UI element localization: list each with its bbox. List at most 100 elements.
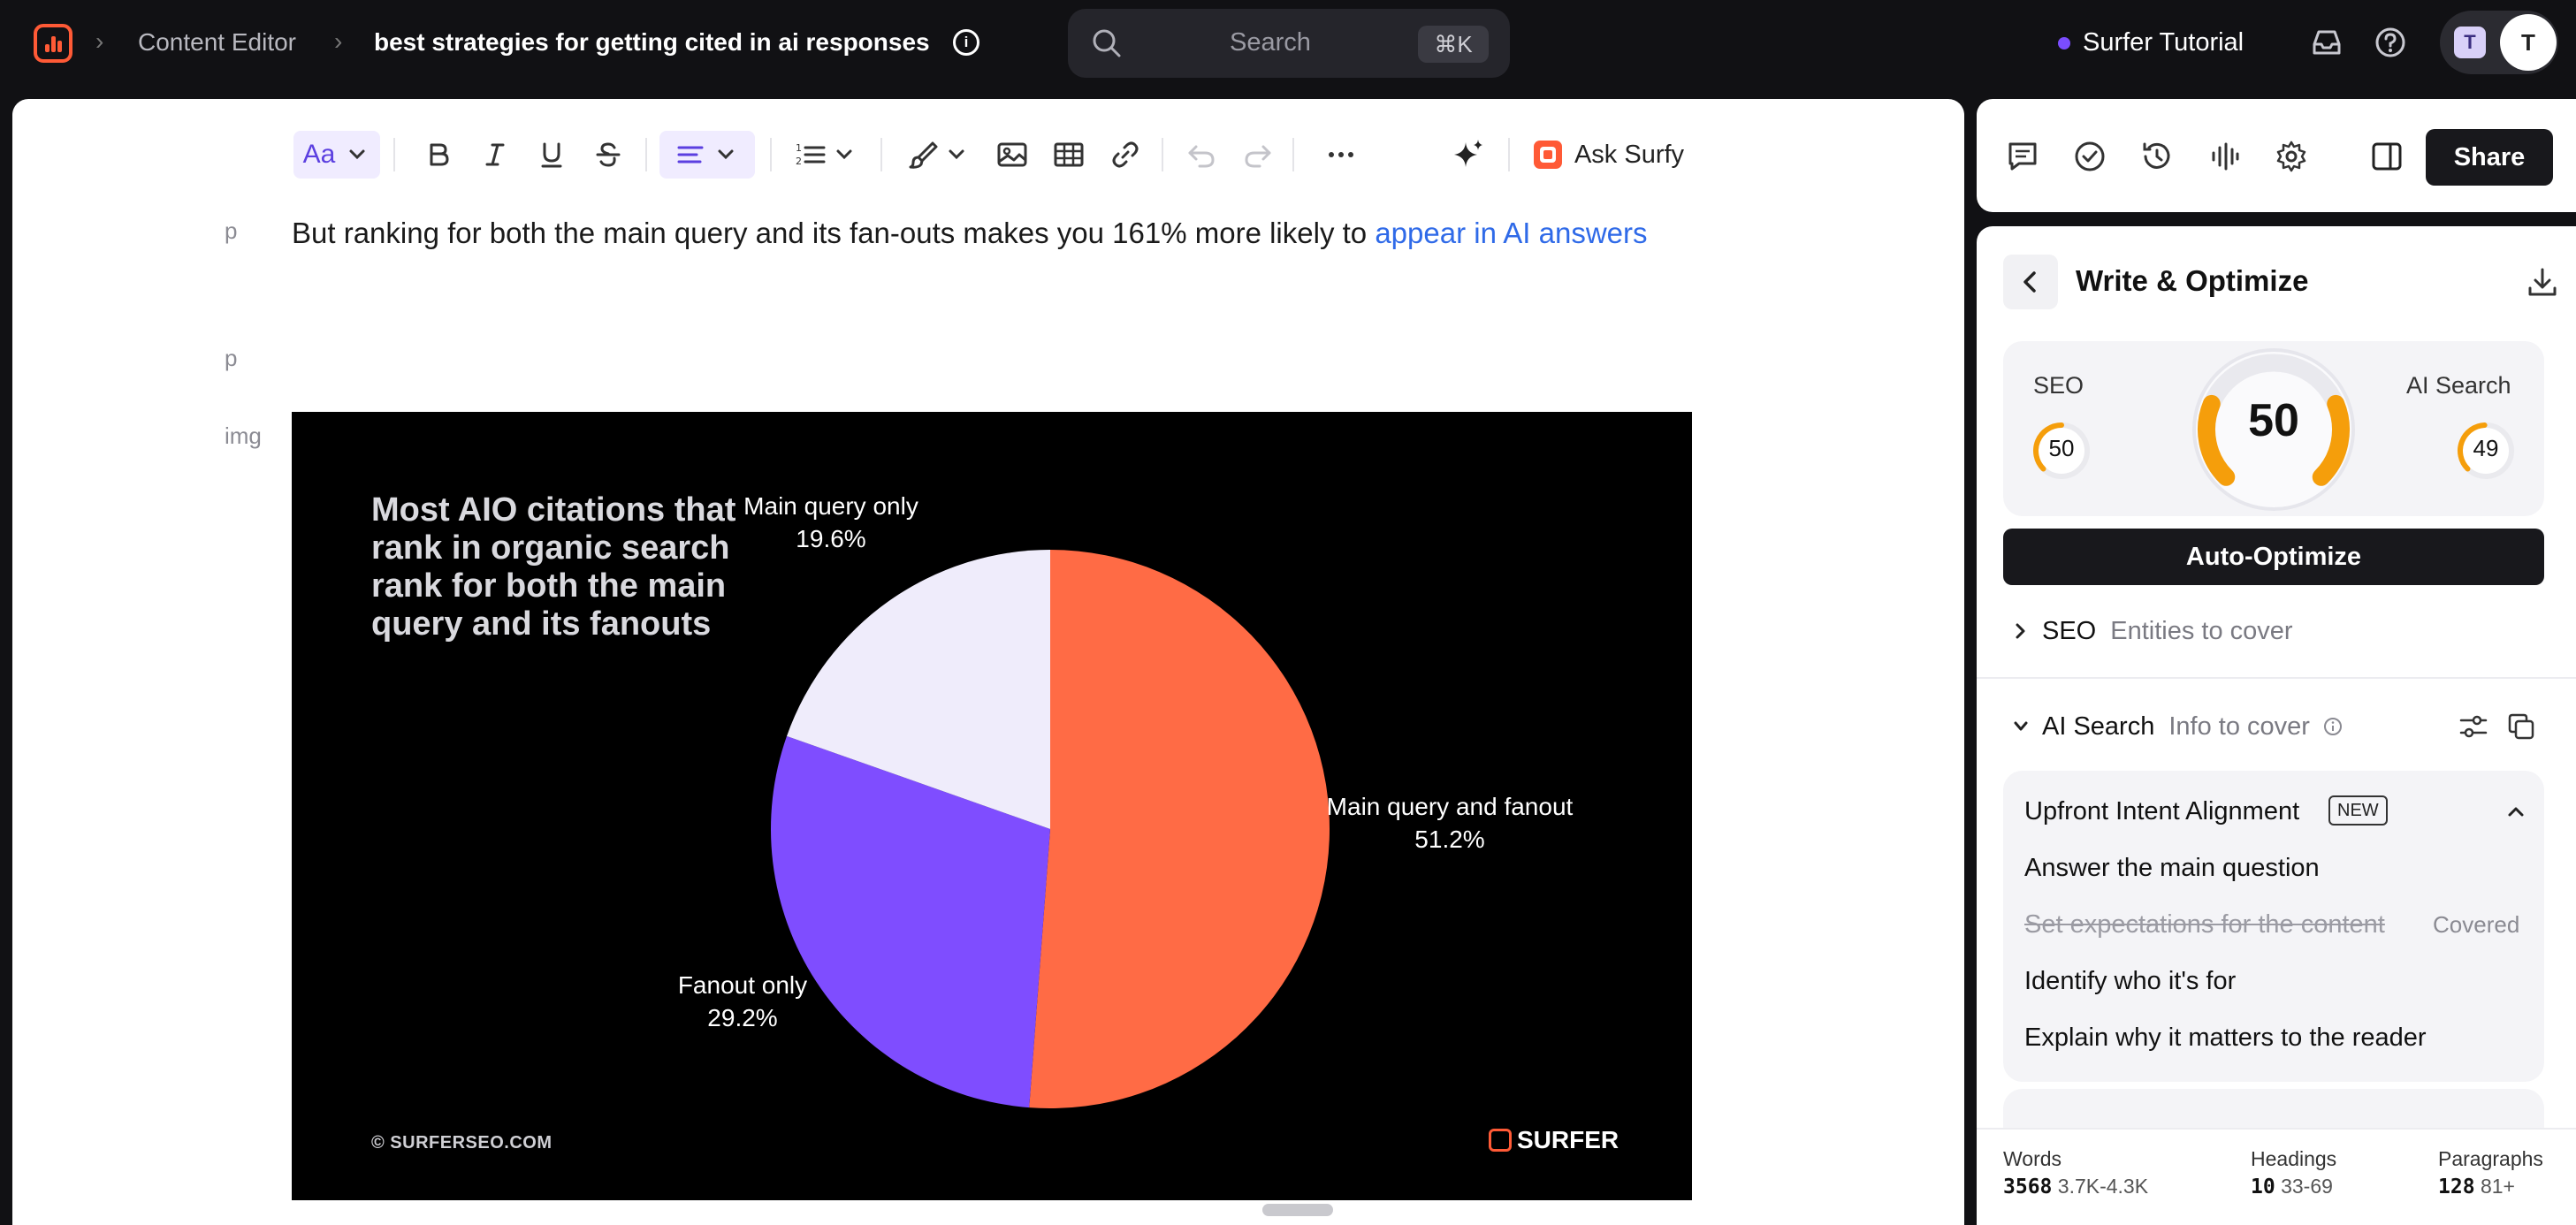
optimize-panel: Write & Optimize SEO 50 50 AI Search 49 … [1977,226,2576,1225]
slice-category: Fanout only [677,971,808,999]
back-button[interactable] [2003,255,2058,309]
seo-section-toggle[interactable]: SEO Entities to cover [2012,613,2293,649]
headings-range: 33-69 [2281,1175,2333,1198]
svg-text:2: 2 [796,156,802,167]
appear-in-ai-answers-link[interactable]: appear in AI answers [1375,217,1647,249]
help-icon[interactable] [2373,25,2408,60]
ai-search-section-subtitle: Info to cover [2168,711,2310,741]
block-type-tag[interactable]: img [225,422,262,450]
toolbar-divider [1508,138,1510,171]
intent-item[interactable]: Answer the main question [2024,852,2320,884]
chevron-down-icon [949,149,964,160]
toolbar-divider [645,138,647,171]
numbered-list-icon: 12 [796,142,826,167]
chevron-down-icon [349,149,365,160]
paragraphs-range: 81+ [2480,1175,2515,1198]
italic-icon [485,143,505,166]
ai-search-section-title: AI Search [2042,711,2155,741]
overall-score-value: 50 [2248,395,2299,446]
text-align-button[interactable] [659,131,755,179]
headings-stat: Headings 10 33-69 [2251,1145,2336,1201]
underline-button[interactable] [529,131,575,179]
font-style-label: Aa [302,140,336,169]
surfer-logo-icon[interactable] [34,24,72,63]
horizontal-scrollbar[interactable] [1262,1204,1333,1216]
toolbar-divider [770,138,772,171]
search-bar[interactable]: Search ⌘K [1068,9,1510,78]
info-icon[interactable] [2322,716,2344,737]
chevron-left-icon [2023,271,2036,293]
block-type-tag[interactable]: p [225,217,237,245]
audio-waveform-icon[interactable] [2206,139,2242,174]
copy-icon[interactable] [2505,711,2537,742]
covered-tag: Covered [2433,911,2520,938]
check-circle-icon[interactable] [2072,139,2107,174]
block-type-tag[interactable]: p [225,345,237,372]
bold-icon [430,143,449,166]
font-style-button[interactable]: Aa [293,131,380,179]
pie-chart-figure[interactable]: Most AIO citations that rank in organic … [292,412,1692,1200]
undo-button[interactable] [1177,131,1225,179]
slice-label-main-query-and-fanout: Main query and fanout 51.2% [1317,790,1582,856]
chevron-right-icon: › [95,27,104,55]
score-card: SEO 50 50 AI Search 49 [2003,341,2544,516]
editor-toolbar: Aa 12 Ask Surfy [12,124,1964,186]
brush-icon [909,141,938,169]
intent-item[interactable]: Explain why it matters to the reader [2024,1022,2427,1054]
comments-icon[interactable] [2005,139,2040,174]
settings-gear-icon[interactable] [2274,139,2309,174]
list-button[interactable]: 12 [783,131,868,179]
pie-slice-main-query-and-fanout [1029,550,1330,1108]
download-icon[interactable] [2525,265,2560,301]
words-stat: Words 3568 3.7K-4.3K [2003,1145,2148,1201]
filter-sliders-icon[interactable] [2458,711,2489,742]
slice-category: Main query and fanout [1326,793,1574,820]
svg-text:1: 1 [796,142,802,154]
breadcrumb-content-editor[interactable]: Content Editor [138,27,296,57]
words-label: Words [2003,1147,2062,1170]
intent-card-title[interactable]: Upfront Intent Alignment [2024,795,2299,827]
toggle-sidebar-icon[interactable] [2369,139,2405,174]
insert-link-button[interactable] [1101,131,1149,179]
slice-category: Main query only [743,492,918,520]
chevron-down-icon [718,149,734,160]
more-options-button[interactable] [1317,131,1365,179]
intent-item-covered[interactable]: Set expectations for the content [2024,909,2385,940]
insert-image-button[interactable] [988,131,1036,179]
ask-surfy-button[interactable]: Ask Surfy [1520,131,1697,179]
brand-text: SURFER [1517,1126,1620,1153]
insert-table-button[interactable] [1045,131,1093,179]
table-icon [1054,142,1084,167]
paragraph-block[interactable]: But ranking for both the main query and … [292,209,1671,258]
strikethrough-button[interactable] [585,131,631,179]
paragraphs-label: Paragraphs [2438,1147,2543,1170]
toolbar-divider [1292,138,1294,171]
search-icon [1093,29,1121,57]
link-icon [1112,141,1139,168]
ai-sparkle-button[interactable] [1443,131,1494,179]
bold-button[interactable] [415,131,461,179]
avatar-group[interactable]: T T [2440,11,2558,74]
section-divider [1977,677,2576,679]
history-icon[interactable] [2139,139,2175,174]
chevron-up-icon[interactable] [2504,799,2528,824]
share-button[interactable]: Share [2426,129,2553,186]
inbox-icon[interactable] [2309,25,2344,60]
align-left-icon [677,146,704,164]
slice-value: 19.6% [796,525,866,552]
surfer-logo-icon [1489,1129,1512,1152]
new-badge: NEW [2328,795,2388,826]
ai-search-section-toggle[interactable]: AI Search Info to cover [2012,709,2344,744]
search-placeholder: Search [1230,28,1311,57]
intent-item[interactable]: Identify who it's for [2024,965,2236,997]
surfy-icon [1533,141,1562,169]
redo-button[interactable] [1234,131,1282,179]
highlight-button[interactable] [896,131,981,179]
auto-optimize-button[interactable]: Auto-Optimize [2003,529,2544,585]
document-title[interactable]: best strategies for getting cited in ai … [374,27,930,57]
chevron-right-icon: › [334,27,343,55]
workspace-name[interactable]: Surfer Tutorial [2083,27,2244,57]
italic-button[interactable] [472,131,518,179]
info-icon[interactable]: i [953,29,979,56]
chart-title: Most AIO citations that rank in organic … [371,491,736,643]
